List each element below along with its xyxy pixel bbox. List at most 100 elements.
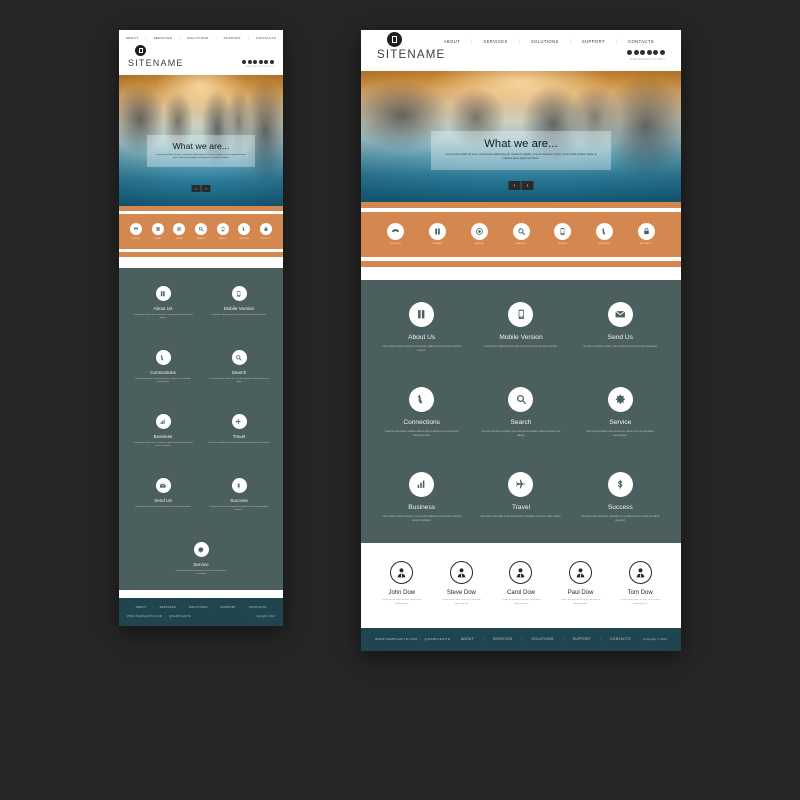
- carousel-next-button[interactable]: ›: [521, 181, 534, 190]
- nav-item-solutions[interactable]: SOLUTIONS: [520, 39, 570, 44]
- feature-card[interactable]: Travel Duis aute irure dolor in reprehen…: [205, 414, 273, 448]
- pinterest-icon[interactable]: [653, 50, 659, 55]
- footer-site-handle[interactable]: @SAMPLESITE: [169, 615, 191, 618]
- facebook-icon[interactable]: [242, 60, 247, 64]
- footer-site-url[interactable]: WWW.SAMPLESITE.COM: [127, 615, 162, 618]
- team-member[interactable]: John Dow Lorem ipsum dolor sit amet, con…: [375, 561, 429, 606]
- brand-block[interactable]: SITENAME: [377, 32, 445, 61]
- carousel-prev-button[interactable]: ‹: [508, 181, 521, 190]
- quicklink-library[interactable]: LIBRARY: [417, 223, 459, 245]
- rss-icon[interactable]: [270, 60, 274, 64]
- quicklink-mobile[interactable]: MOBILE: [212, 223, 234, 240]
- google-plus-icon[interactable]: [640, 50, 646, 55]
- nav-item-contacts[interactable]: CONTACTS: [249, 36, 283, 40]
- feature-card[interactable]: Service Sed ut perspiciatis unde omnis i…: [129, 542, 273, 576]
- footer-nav-about[interactable]: ABOUT: [130, 605, 153, 609]
- feature-card[interactable]: Connections Nostrud exercitation ullamco…: [377, 387, 466, 438]
- feature-description: Sed ut perspiciatis unde omnis iste natu…: [586, 430, 655, 437]
- footer-nav-mobile[interactable]: ABOUT | SERVICES | SOLUTIONS | SUPPORT |…: [127, 605, 275, 609]
- footer-nav-services[interactable]: SERVICES: [484, 637, 522, 641]
- nav-item-services[interactable]: SERVICES: [146, 36, 179, 40]
- book-icon: [429, 223, 447, 240]
- primary-nav-mobile[interactable]: ABOUT | SERVICES | SOLUTIONS | SUPPORT |…: [126, 36, 276, 40]
- rss-icon[interactable]: [660, 50, 665, 55]
- brand-block[interactable]: SITENAME: [128, 45, 184, 68]
- quicklink-security[interactable]: SECURITY: [625, 223, 667, 245]
- footer-nav-desktop[interactable]: ABOUT | SERVICES | SOLUTIONS | SUPPORT |…: [452, 637, 640, 641]
- feature-card[interactable]: Travel Duis aute irure dolor in reprehen…: [476, 472, 565, 523]
- footer-nav-contacts[interactable]: CONTACTS: [601, 637, 640, 641]
- twitter-icon[interactable]: [247, 60, 252, 64]
- footer-site-handle[interactable]: @SAMPLESITE: [424, 637, 450, 641]
- nav-item-solutions[interactable]: SOLUTIONS: [180, 36, 215, 40]
- quicklink-security[interactable]: SECURITY: [255, 223, 277, 240]
- feature-card[interactable]: Business Lorem ipsum dolor sit amet, con…: [377, 472, 466, 523]
- quicklink-search[interactable]: SEARCH: [500, 223, 542, 245]
- quicklink-mobile[interactable]: MOBILE: [542, 223, 584, 245]
- feature-card[interactable]: Send Us Ut enim ad minim veniam, quis no…: [576, 302, 665, 353]
- mobile-icon: [554, 223, 572, 240]
- quicklink-search[interactable]: SEARCH: [190, 223, 212, 240]
- quicklink-support[interactable]: SUPPORT: [125, 223, 147, 240]
- social-icons[interactable]: [242, 60, 274, 64]
- nav-item-contacts[interactable]: CONTACTS: [617, 39, 665, 44]
- footer-copyright: Copyright © 2013: [255, 615, 276, 619]
- footer-nav-contacts[interactable]: CONTACTS: [243, 605, 273, 609]
- nav-item-support[interactable]: SUPPORT: [571, 39, 616, 44]
- nav-item-services[interactable]: SERVICES: [472, 39, 518, 44]
- features-section-mobile: About Us Lorem ipsum dolor sit amet, con…: [119, 268, 283, 591]
- team-member[interactable]: Tom Dow Lorem ipsum dolor sit amet, cons…: [613, 561, 667, 606]
- quicklink-network[interactable]: NETWORK: [584, 223, 626, 245]
- feature-card[interactable]: Connections Nostrud exercitation ullamco…: [129, 350, 197, 384]
- footer-nav-support[interactable]: SUPPORT: [564, 637, 600, 641]
- footer-nav-solutions[interactable]: SOLUTIONS: [183, 605, 214, 609]
- quicklink-network[interactable]: NETWORK: [234, 223, 256, 240]
- footer-nav-support[interactable]: SUPPORT: [214, 605, 242, 609]
- linkedin-icon[interactable]: [646, 50, 652, 55]
- feature-card[interactable]: About Us Lorem ipsum dolor sit amet, con…: [129, 286, 197, 320]
- team-member[interactable]: Carol Dow Lorem ipsum dolor sit amet, co…: [494, 561, 548, 606]
- footer-url-separator: |: [165, 615, 167, 619]
- facebook-icon[interactable]: [627, 50, 633, 55]
- feature-card[interactable]: Business Lorem ipsum dolor sit amet, con…: [129, 414, 197, 448]
- nav-item-about[interactable]: ABOUT: [119, 36, 146, 40]
- carousel-controls[interactable]: ‹ ›: [191, 185, 211, 192]
- footer-copyright: Copyright © 2013: [642, 637, 667, 642]
- feature-card[interactable]: Search Ut enim ad minim veniam, quis nos…: [205, 350, 273, 384]
- google-plus-icon[interactable]: [253, 60, 258, 64]
- feature-card[interactable]: Mobile Version Consectetur adipiscing el…: [476, 302, 565, 353]
- team-member-description: Lorem ipsum dolor sit amet, consectetur …: [382, 599, 422, 605]
- feature-card[interactable]: Send Us Ut enim ad minim veniam, quis no…: [129, 478, 197, 512]
- feature-card[interactable]: Search Ut enim ad minim veniam, quis nos…: [476, 387, 565, 438]
- footer-site-url[interactable]: WWW.SAMPLESITE.COM: [375, 637, 417, 641]
- carousel-next-button[interactable]: ›: [201, 185, 211, 192]
- carousel-prev-button[interactable]: ‹: [191, 185, 201, 192]
- square-logo-icon: [135, 45, 146, 56]
- linkedin-icon[interactable]: [258, 60, 263, 64]
- connections-icon: [155, 350, 171, 366]
- feature-card[interactable]: Service Sed ut perspiciatis unde omnis i…: [576, 387, 665, 438]
- team-member[interactable]: Steve Dow Lorem ipsum dolor sit amet, co…: [435, 561, 489, 606]
- quicklink-library[interactable]: LIBRARY: [147, 223, 169, 240]
- pinterest-icon[interactable]: [264, 60, 269, 64]
- nav-item-support[interactable]: SUPPORT: [217, 36, 249, 40]
- quicklink-media[interactable]: MEDIA: [458, 223, 500, 245]
- footer-nav-services[interactable]: SERVICES: [154, 605, 183, 609]
- quicklink-support[interactable]: SUPPORT: [375, 223, 417, 245]
- mobile-icon: [216, 223, 229, 235]
- team-member[interactable]: Paul Dow Lorem ipsum dolor sit amet, con…: [554, 561, 608, 606]
- quicklink-media[interactable]: MEDIA: [168, 223, 190, 240]
- feature-card[interactable]: Mobile Version Consectetur adipiscing el…: [205, 286, 273, 320]
- feature-card[interactable]: Success Excepteur sint occaecat cupidata…: [205, 478, 273, 512]
- twitter-icon[interactable]: [633, 50, 639, 55]
- footer-nav-about[interactable]: ABOUT: [452, 637, 483, 641]
- social-icons[interactable]: [627, 50, 665, 55]
- hero-carousel-desktop: What we are... Lorem ipsum dolor sit ame…: [361, 71, 681, 202]
- carousel-controls[interactable]: ‹ ›: [508, 181, 534, 190]
- quicklink-label: SEARCH: [196, 238, 206, 240]
- feature-card[interactable]: Success Excepteur sint occaecat cupidata…: [576, 472, 665, 523]
- team-member-description: Lorem ipsum dolor sit amet, consectetur …: [561, 599, 601, 605]
- feature-card[interactable]: About Us Lorem ipsum dolor sit amet, con…: [377, 302, 466, 353]
- connections-icon: [409, 387, 435, 412]
- footer-nav-solutions[interactable]: SOLUTIONS: [522, 637, 562, 641]
